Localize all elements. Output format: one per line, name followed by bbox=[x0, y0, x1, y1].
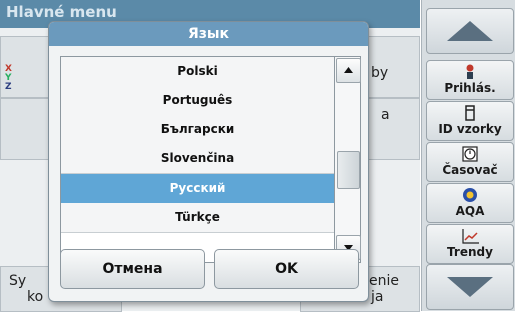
aqa-label: AQA bbox=[455, 204, 485, 218]
ok-button[interactable]: OK bbox=[214, 249, 359, 289]
language-list: Polski Português Български Slovenčina Ру… bbox=[60, 56, 335, 263]
scrollbar-thumb[interactable] bbox=[337, 151, 360, 189]
language-option-polski[interactable]: Polski bbox=[61, 57, 334, 87]
timer-button[interactable]: Časovač bbox=[426, 142, 514, 182]
language-option-russian[interactable]: Русский bbox=[61, 174, 334, 204]
login-label: Prihlás. bbox=[444, 81, 496, 95]
timer-icon bbox=[462, 146, 478, 162]
up-arrow-icon bbox=[447, 21, 493, 41]
down-arrow-icon bbox=[447, 277, 493, 297]
language-option-slovencina[interactable]: Slovenčina bbox=[61, 144, 334, 174]
sample-id-label: ID vzorky bbox=[438, 122, 502, 136]
language-dialog: Язык Polski Português Български Slovenči… bbox=[48, 21, 369, 302]
aqa-icon bbox=[463, 188, 477, 202]
login-button[interactable]: Prihlás. bbox=[426, 60, 514, 100]
aqa-button[interactable]: AQA bbox=[426, 183, 514, 223]
timer-label: Časovač bbox=[442, 163, 498, 177]
triangle-up-icon bbox=[344, 67, 353, 73]
trend-chart-icon bbox=[462, 229, 479, 244]
language-option-bulgarian[interactable]: Български bbox=[61, 115, 334, 145]
right-sidebar: Prihlás. ID vzorky Časovač AQA Trendy bbox=[421, 0, 515, 311]
language-option-turkce[interactable]: Türkçe bbox=[61, 203, 334, 233]
list-scrollbar[interactable] bbox=[334, 56, 361, 263]
scroll-down-button[interactable] bbox=[426, 264, 514, 310]
list-scroll-up-button[interactable] bbox=[336, 58, 361, 83]
cancel-button[interactable]: Отмена bbox=[60, 249, 205, 289]
main-menu-title: Hlavné menu bbox=[6, 3, 117, 21]
dialog-title: Язык bbox=[49, 22, 368, 46]
scroll-up-button[interactable] bbox=[426, 8, 514, 54]
language-option-portugues[interactable]: Português bbox=[61, 86, 334, 116]
vial-icon bbox=[465, 105, 475, 121]
person-icon bbox=[466, 64, 474, 79]
trends-button[interactable]: Trendy bbox=[426, 224, 514, 264]
sample-id-button[interactable]: ID vzorky bbox=[426, 101, 514, 141]
xyz-icon: X Y Z bbox=[5, 64, 12, 92]
trends-label: Trendy bbox=[447, 245, 493, 259]
